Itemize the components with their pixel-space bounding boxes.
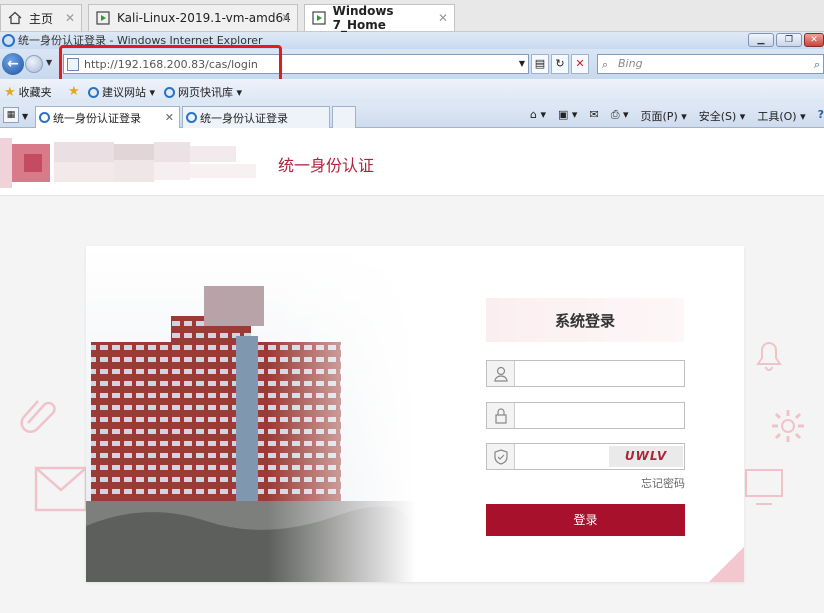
vm-tab-bar: 主页 ✕ Kali-Linux-2019.1-vm-amd64 ✕ Window… [0,0,824,32]
print-icon[interactable]: ⎙ ▾ [611,108,629,124]
password-input[interactable] [517,406,677,425]
site-title: 统一身份认证 [278,156,375,175]
page-menu[interactable]: 页面(P) ▾ [641,108,687,124]
site-header: 统一身份认证 [0,128,824,196]
close-icon[interactable]: ✕ [65,11,75,25]
captcha-input[interactable] [517,447,605,466]
browser-tab-bar: ▦ ▼ 统一身份认证登录 ✕ 统一身份认证登录 ⌂ ▾ ▣ ▾ ✉ ⎙ ▾ 页面… [0,103,824,128]
compat-view-icon[interactable]: ▤ [531,54,549,74]
search-go-icon[interactable]: ⌕ [814,56,820,74]
suggested-sites-link[interactable]: 建议网站 ▾ [88,84,155,100]
window-controls: ▁ ❐ ✕ [748,33,824,47]
vm-icon [95,10,111,26]
stop-icon[interactable]: ✕ [571,54,589,74]
add-favorite-icon: ★ [68,84,80,99]
ie-page-icon [186,112,197,123]
browser-tab-label: 统一身份认证登录 [200,111,288,125]
help-icon[interactable]: ? [818,108,824,124]
address-actions: ▤ ↻ ✕ [531,54,589,74]
paperclip-icon [20,400,56,433]
vm-icon [311,10,327,26]
web-slice-gallery-link[interactable]: 网页快讯库 ▾ [164,84,242,100]
home-icon[interactable]: ⌂ ▾ [530,108,546,124]
browser-tab-label: 统一身份认证登录 [53,111,141,125]
search-icon: ⌕ [602,58,609,71]
close-window-button[interactable]: ✕ [804,33,824,47]
refresh-icon[interactable]: ↻ [551,54,569,74]
ie-logo-icon [2,34,15,47]
ie-page-icon [88,86,99,98]
monitor-icon [745,469,783,505]
search-input[interactable]: ⌕ Bing ⌕ [597,54,824,74]
search-placeholder: Bing [618,57,643,70]
logo-image [0,138,260,188]
fav-link-label: 建议网站 ▾ [102,86,156,99]
favorites-bar: ★ 收藏夹 ★ 建议网站 ▾ 网页快讯库 ▾ [0,79,824,103]
shield-icon [487,444,515,469]
close-icon[interactable]: ✕ [438,11,448,25]
page-curl-decoration [709,547,744,582]
lock-icon [487,403,515,428]
browser-tab[interactable]: 统一身份认证登录 [182,106,330,128]
vm-tab-label: Kali-Linux-2019.1-vm-amd64 [117,11,291,25]
home-icon [7,10,23,26]
password-field[interactable] [486,402,685,429]
address-dropdown-icon[interactable]: ▼ [519,59,525,68]
envelope-icon [34,466,88,512]
captcha-field[interactable]: UWLV [486,443,685,470]
close-tab-icon[interactable]: ✕ [165,111,174,124]
user-icon [487,361,515,386]
fav-link-label: 网页快讯库 ▾ [178,86,243,99]
login-button[interactable]: 登录 [486,504,685,536]
username-field[interactable] [486,360,685,387]
forward-button[interactable] [25,55,43,73]
page-content: 统一身份认证 系统登录 UWLV 忘记密码 登录 [0,128,824,613]
add-favorite-button[interactable]: ★ [68,84,80,99]
vm-tab-label: 主页 [29,11,54,26]
minimize-button[interactable]: ▁ [748,33,774,47]
vm-tab-windows7[interactable]: Windows 7_Home ✕ [304,4,455,32]
ie-page-icon [164,86,175,98]
restore-button[interactable]: ❐ [776,33,802,47]
forgot-password-link[interactable]: 忘记密码 [486,475,685,491]
login-card: 系统登录 UWLV 忘记密码 登录 [86,246,744,582]
safety-menu[interactable]: 安全(S) ▾ [699,108,746,124]
star-icon: ★ [4,84,16,100]
close-icon[interactable]: ✕ [281,11,291,25]
campus-building-photo [86,246,416,582]
new-tab-button[interactable] [332,106,356,128]
feeds-icon[interactable]: ▣ ▾ [558,108,577,124]
back-button[interactable]: ← [2,53,24,75]
ie-page-icon [39,112,50,123]
gear-icon [772,410,804,442]
tools-menu[interactable]: 工具(O) ▾ [757,108,805,124]
favorites-button[interactable]: ★ 收藏夹 [4,84,52,100]
vm-tab-label: Windows 7_Home [332,4,394,32]
history-dropdown-icon[interactable]: ▼ [46,58,52,67]
favorites-label: 收藏夹 [18,86,52,99]
vm-tab-home[interactable]: 主页 ✕ [0,4,82,31]
command-bar: ⌂ ▾ ▣ ▾ ✉ ⎙ ▾ 页面(P) ▾ 安全(S) ▾ 工具(O) ▾ ? [530,108,824,124]
login-heading: 系统登录 [554,312,615,330]
quick-tabs-icon[interactable]: ▦ [3,107,19,123]
captcha-image[interactable]: UWLV [609,446,683,467]
vm-tab-kali[interactable]: Kali-Linux-2019.1-vm-amd64 ✕ [88,4,298,31]
browser-tab-active[interactable]: 统一身份认证登录 ✕ [35,106,180,128]
tab-list-dropdown-icon[interactable]: ▼ [22,112,28,121]
bell-icon [756,342,782,371]
mail-icon[interactable]: ✉ [589,108,598,124]
username-input[interactable] [517,364,677,383]
